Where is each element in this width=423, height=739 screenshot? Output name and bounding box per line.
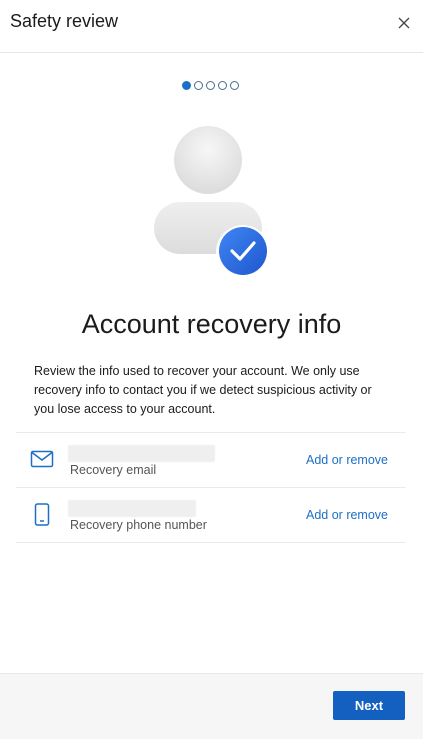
- phone-icon: [34, 503, 50, 526]
- recovery-phone-label: Recovery phone number: [70, 518, 207, 532]
- step-dot-5: [230, 81, 239, 90]
- page-title: Account recovery info: [81, 309, 342, 339]
- dialog-header: Safety review: [0, 0, 423, 53]
- masked-phone-value: [68, 500, 196, 517]
- recovery-phone-add-remove-link[interactable]: Add or remove: [306, 508, 388, 522]
- page-description: Review the info used to recover your acc…: [34, 364, 372, 416]
- user-verified-illustration: [154, 126, 270, 279]
- dialog-footer: Next: [0, 673, 423, 739]
- recovery-email-add-remove-link[interactable]: Add or remove: [306, 453, 388, 467]
- step-dot-2: [194, 81, 203, 90]
- step-indicator: [182, 81, 239, 90]
- close-icon[interactable]: [396, 15, 412, 31]
- recovery-phone-row: Recovery phone number Add or remove: [16, 488, 406, 543]
- step-dot-1: [182, 81, 191, 90]
- recovery-email-row: Recovery email Add or remove: [16, 433, 406, 488]
- step-dot-4: [218, 81, 227, 90]
- recovery-list: Recovery email Add or remove Recovery ph…: [16, 432, 406, 543]
- step-dot-3: [206, 81, 215, 90]
- mail-icon: [30, 450, 54, 468]
- dialog-title: Safety review: [10, 11, 119, 31]
- recovery-email-label: Recovery email: [70, 463, 157, 477]
- masked-email-value: [68, 445, 215, 462]
- next-button[interactable]: Next: [333, 691, 405, 720]
